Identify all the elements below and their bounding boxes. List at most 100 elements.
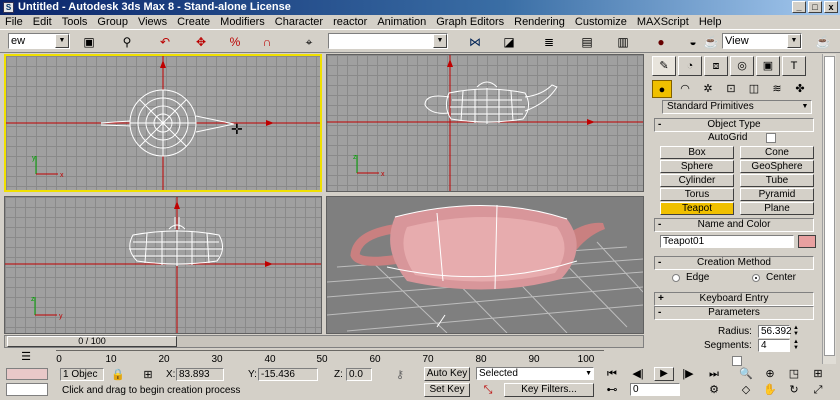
viewport-top[interactable]: y x ✛ xyxy=(4,54,322,192)
maximize-viewport-icon[interactable]: ⤢ xyxy=(810,383,826,397)
utilities-tab-icon[interactable]: T xyxy=(782,56,806,76)
viewport-perspective[interactable] xyxy=(326,196,644,334)
teapot-button[interactable]: Teapot xyxy=(660,202,734,215)
x-coord-field[interactable]: 83.893 xyxy=(176,368,224,381)
command-panel-scrollbar[interactable] xyxy=(822,54,836,364)
selection-filter-dropdown[interactable]: ew ▼ xyxy=(8,33,70,49)
radius-spinner[interactable]: ▲ ▼ xyxy=(792,325,800,337)
key-mode-toggle-icon[interactable]: ⊷ xyxy=(604,383,620,397)
auto-key-button[interactable]: Auto Key xyxy=(424,367,470,381)
arc-rotate-icon[interactable]: ↻ xyxy=(786,383,802,397)
field-of-view-icon[interactable]: ◇ xyxy=(738,383,754,397)
plane-button[interactable]: Plane xyxy=(740,202,814,215)
cylinder-button[interactable]: Cylinder xyxy=(660,174,734,187)
menu-tools[interactable]: Tools xyxy=(57,15,93,29)
menu-customize[interactable]: Customize xyxy=(570,15,632,29)
magnet-icon[interactable]: ∩ xyxy=(258,34,276,50)
maxscript-listener-input[interactable] xyxy=(6,383,48,396)
zoom-all-icon[interactable]: ⊕ xyxy=(762,367,778,381)
previous-frame-icon[interactable]: ◀| xyxy=(630,367,646,381)
modify-tab-icon[interactable]: ◔ xyxy=(678,56,702,76)
menu-views[interactable]: Views xyxy=(133,15,172,29)
space-warps-icon[interactable]: ≋ xyxy=(767,80,787,98)
select-object-icon[interactable]: ▣ xyxy=(80,34,98,50)
zoom-extents-all-icon[interactable]: ⊞ xyxy=(810,367,826,381)
object-name-field[interactable]: Teapot01 xyxy=(660,235,794,248)
trackbar-toggle-icon[interactable]: ☰ xyxy=(18,350,34,364)
radius-input[interactable]: 56.392 xyxy=(758,325,792,338)
schematic-view-icon[interactable]: ▥ xyxy=(614,34,632,50)
menu-help[interactable]: Help xyxy=(694,15,727,29)
named-selection-dropdown[interactable]: ▼ xyxy=(328,33,448,49)
menu-reactor[interactable]: reactor xyxy=(328,15,372,29)
motion-tab-icon[interactable]: ◎ xyxy=(730,56,754,76)
menu-modifiers[interactable]: Modifiers xyxy=(215,15,270,29)
select-move-icon[interactable]: ✥ xyxy=(192,34,210,50)
menu-create[interactable]: Create xyxy=(172,15,215,29)
time-slider[interactable]: 0 / 100 xyxy=(7,336,177,347)
quick-render-icon[interactable]: ☕ xyxy=(702,34,720,50)
time-configuration-icon[interactable]: ⚙ xyxy=(706,383,722,397)
z-coord-field[interactable]: 0.0 xyxy=(346,368,372,381)
segments-spinner[interactable]: ▲ ▼ xyxy=(792,339,800,351)
menu-graph-editors[interactable]: Graph Editors xyxy=(431,15,509,29)
absolute-mode-icon[interactable]: ⊞ xyxy=(140,368,156,382)
menu-file[interactable]: File xyxy=(0,15,28,29)
create-tab-icon[interactable]: ✎ xyxy=(652,56,676,76)
display-tab-icon[interactable]: ▣ xyxy=(756,56,780,76)
select-link-icon[interactable]: ⚲ xyxy=(118,34,136,50)
cameras-icon[interactable]: ⊡ xyxy=(721,80,741,98)
category-dropdown[interactable]: Standard Primitives ▼ xyxy=(662,100,812,114)
autogrid-checkbox[interactable] xyxy=(766,133,776,143)
zoom-icon[interactable]: 🔍 xyxy=(738,367,754,381)
set-key-filter-icon[interactable]: ⤡ xyxy=(480,383,496,397)
shapes-icon[interactable]: ◠ xyxy=(675,80,695,98)
cone-button[interactable]: Cone xyxy=(740,146,814,159)
geosphere-button[interactable]: GeoSphere xyxy=(740,160,814,173)
name-color-rollout-header[interactable]: - Name and Color xyxy=(654,218,814,232)
menu-animation[interactable]: Animation xyxy=(372,15,431,29)
pan-hand-icon[interactable]: ✋ xyxy=(762,383,778,397)
set-key-button[interactable]: Set Key xyxy=(424,383,470,397)
menu-edit[interactable]: Edit xyxy=(28,15,57,29)
viewport-front[interactable]: z x xyxy=(326,54,644,192)
lock-icon[interactable]: 🔒 xyxy=(110,368,126,382)
maximize-button[interactable]: □ xyxy=(808,1,822,13)
segments-input[interactable]: 4 xyxy=(758,339,790,352)
next-frame-icon[interactable]: |▶ xyxy=(680,367,696,381)
minimize-button[interactable]: _ xyxy=(792,1,806,13)
menu-character[interactable]: Character xyxy=(270,15,328,29)
keyboard-entry-rollout-header[interactable]: + Keyboard Entry xyxy=(654,292,814,306)
render-last-icon[interactable]: ☕ xyxy=(814,34,832,50)
hierarchy-tab-icon[interactable]: ⧈ xyxy=(704,56,728,76)
maxscript-listener-mini[interactable] xyxy=(6,368,48,380)
smooth-checkbox[interactable] xyxy=(732,356,742,366)
key-filters-button[interactable]: Key Filters... xyxy=(504,383,594,397)
tube-button[interactable]: Tube xyxy=(740,174,814,187)
go-to-end-icon[interactable]: ⏭ xyxy=(706,367,722,381)
torus-button[interactable]: Torus xyxy=(660,188,734,201)
menu-rendering[interactable]: Rendering xyxy=(509,15,570,29)
layers-icon[interactable]: ≣ xyxy=(540,34,558,50)
edge-radio[interactable] xyxy=(672,274,680,282)
key-mode-dropdown[interactable]: Selected ▼ xyxy=(476,367,594,380)
undo-icon[interactable]: ↶ xyxy=(156,34,174,50)
geometry-icon[interactable]: ● xyxy=(652,80,672,98)
parameters-rollout-header[interactable]: - Parameters xyxy=(654,306,814,320)
zoom-extents-icon[interactable]: ◳ xyxy=(786,367,802,381)
reference-coord-dropdown[interactable]: View ▼ xyxy=(722,33,802,49)
go-to-start-icon[interactable]: ⏮ xyxy=(604,367,620,381)
scrollbar-thumb[interactable] xyxy=(824,56,835,356)
box-button[interactable]: Box xyxy=(660,146,734,159)
current-frame-field[interactable]: 0 xyxy=(630,383,680,396)
percent-snap-icon[interactable]: % xyxy=(226,34,244,50)
render-scene-icon[interactable]: ◒ xyxy=(684,34,702,50)
mirror-icon[interactable]: ⋈ xyxy=(466,34,484,50)
creation-method-rollout-header[interactable]: - Creation Method xyxy=(654,256,814,270)
object-color-swatch[interactable] xyxy=(798,235,816,248)
curve-editor-icon[interactable]: ▤ xyxy=(578,34,596,50)
object-type-rollout-header[interactable]: - Object Type xyxy=(654,118,814,132)
menu-maxscript[interactable]: MAXScript xyxy=(632,15,694,29)
edit-named-selections-icon[interactable]: ⌖ xyxy=(300,34,318,50)
sphere-button[interactable]: Sphere xyxy=(660,160,734,173)
